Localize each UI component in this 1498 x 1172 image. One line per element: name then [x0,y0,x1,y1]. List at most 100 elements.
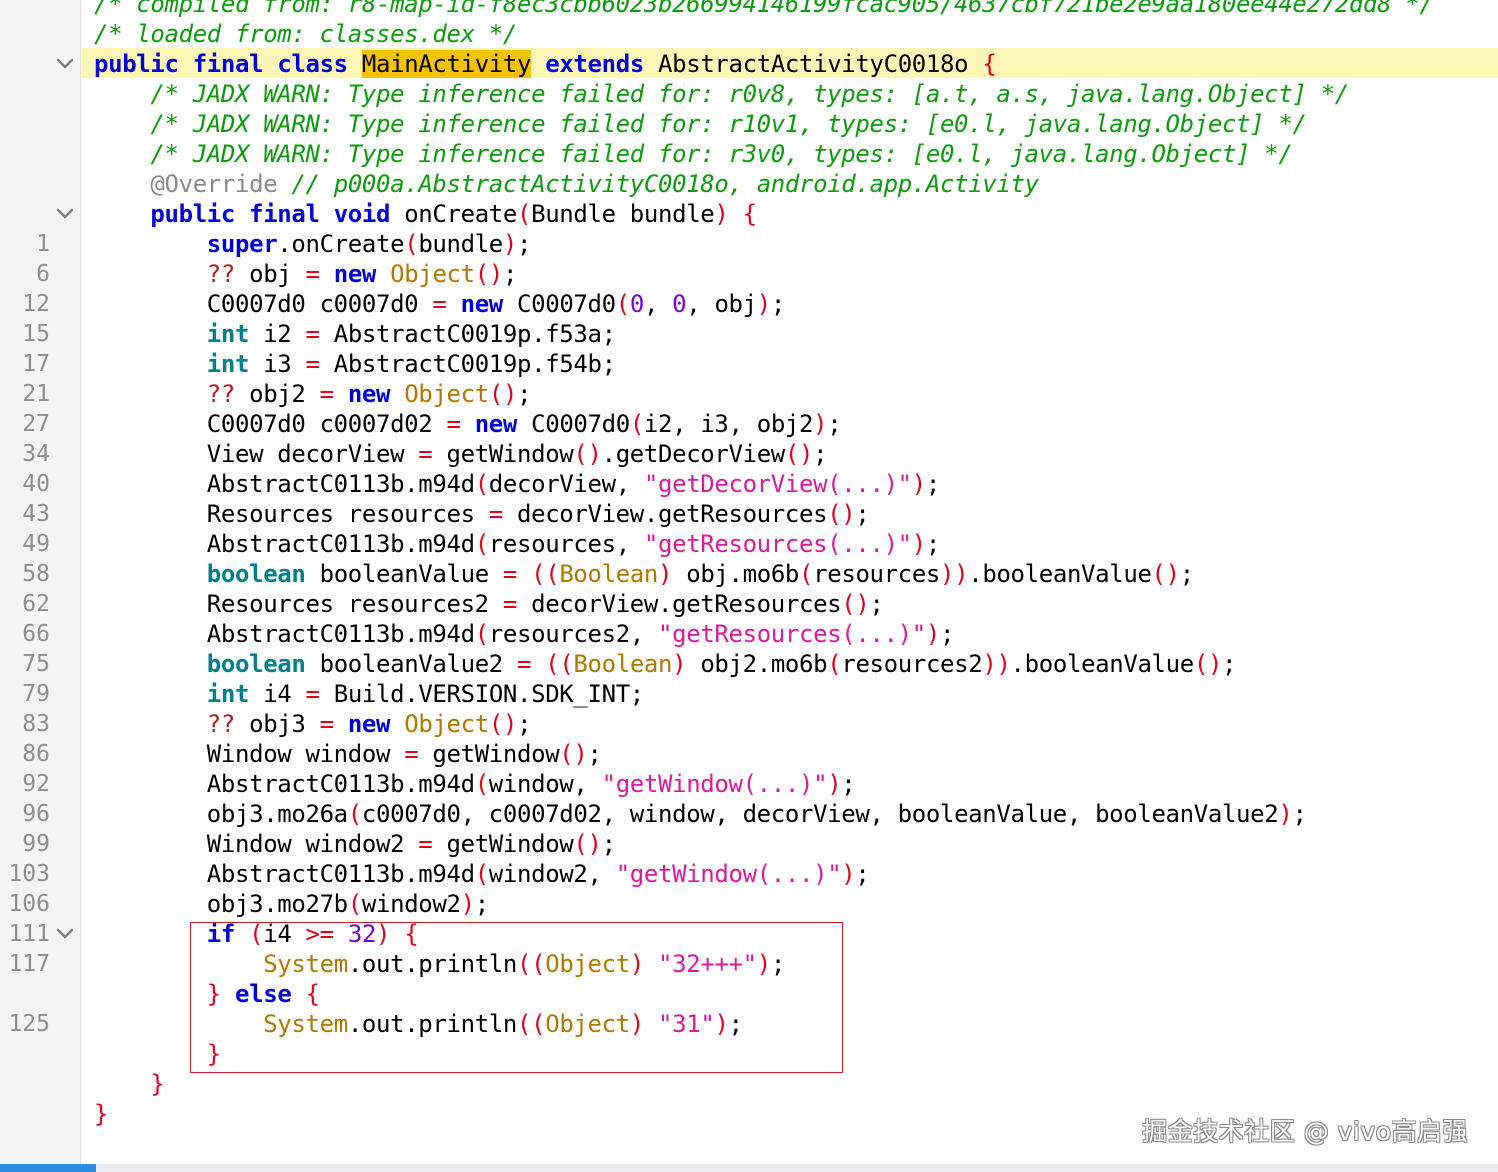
code-text[interactable]: super.onCreate(bundle); [94,229,532,259]
code-text[interactable]: Resources resources = decorView.getResou… [94,499,870,529]
code-token: /* JADX WARN: Type inference failed for:… [150,110,1307,138]
code-line[interactable]: 83 ?? obj3 = new Object(); [0,709,1498,739]
code-token: window2 [361,890,461,918]
fold-chevron-icon[interactable] [54,919,76,949]
code-line[interactable]: 49 AbstractC0113b.m94d(resources, "getRe… [0,529,1498,559]
code-token: ) [672,650,687,678]
code-line[interactable]: 99 Window window2 = getWindow(); [0,829,1498,859]
code-token: bundle [418,230,503,258]
code-line[interactable]: /* loaded from: classes.dex */ [0,19,1498,49]
code-line[interactable]: 40 AbstractC0113b.m94d(decorView, "getDe… [0,469,1498,499]
code-token: obj3.mo27b [94,890,348,918]
code-line[interactable]: /* compiled from: r8-map-id-f8ec3cbb6023… [0,0,1498,19]
code-line[interactable]: 17 int i3 = AbstractC0019p.f54b; [0,349,1498,379]
code-text[interactable]: /* JADX WARN: Type inference failed for:… [94,139,1292,169]
code-text[interactable]: obj3.mo26a(c0007d0, c0007d02, window, de… [94,799,1307,829]
code-text[interactable]: C0007d0 c0007d02 = new C0007d0(i2, i3, o… [94,409,842,439]
highlighted-identifier: MainActivity [361,50,532,78]
line-number: 75 [22,651,50,677]
code-text[interactable]: Window window2 = getWindow(); [94,829,616,859]
code-token: ( [474,620,489,648]
code-line[interactable]: 75 boolean booleanValue2 = ((Boolean) ob… [0,649,1498,679]
code-text[interactable]: } [94,1069,164,1099]
code-editor[interactable]: /* compiled from: r8-map-id-f8ec3cbb6023… [0,0,1498,1172]
code-line[interactable]: 21 ?? obj2 = new Object(); [0,379,1498,409]
code-line[interactable]: 27 C0007d0 c0007d02 = new C0007d0(i2, i3… [0,409,1498,439]
code-token: ) [1278,800,1293,828]
code-line[interactable]: 15 int i2 = AbstractC0019p.f53a; [0,319,1498,349]
code-line[interactable]: /* JADX WARN: Type inference failed for:… [0,109,1498,139]
code-line[interactable]: 6 ?? obj = new Object(); [0,259,1498,289]
code-text[interactable]: AbstractC0113b.m94d(resources2, "getReso… [94,619,955,649]
code-line[interactable]: public final class MainActivity extends … [0,49,1498,79]
active-tab-indicator[interactable] [0,1164,96,1172]
code-line[interactable]: /* JADX WARN: Type inference failed for:… [0,79,1498,109]
fold-chevron-icon[interactable] [54,49,76,79]
code-line[interactable]: 1 super.onCreate(bundle); [0,229,1498,259]
code-text[interactable]: /* JADX WARN: Type inference failed for:… [94,109,1307,139]
code-text[interactable]: ?? obj = new Object(); [94,259,518,289]
code-text[interactable]: /* JADX WARN: Type inference failed for:… [94,79,1349,109]
code-line[interactable]: 66 AbstractC0113b.m94d(resources2, "getR… [0,619,1498,649]
code-text[interactable]: Window window = getWindow(); [94,739,602,769]
code-token: onCreate [390,200,517,228]
code-token: () [559,740,588,768]
code-text[interactable]: AbstractC0113b.m94d(decorView, "getDecor… [94,469,941,499]
code-text[interactable]: AbstractC0113b.m94d(window, "getWindow(.… [94,769,856,799]
code-line[interactable]: 43 Resources resources = decorView.getRe… [0,499,1498,529]
code-text[interactable]: int i4 = Build.VERSION.SDK_INT; [94,679,644,709]
code-text[interactable]: boolean booleanValue = ((Boolean) obj.mo… [94,559,1194,589]
code-line[interactable]: 34 View decorView = getWindow().getDecor… [0,439,1498,469]
code-token: ; [813,440,828,468]
code-line[interactable]: /* JADX WARN: Type inference failed for:… [0,139,1498,169]
code-text[interactable]: boolean booleanValue2 = ((Boolean) obj2.… [94,649,1237,679]
code-token: ) [502,230,518,258]
code-line[interactable]: 58 boolean booleanValue = ((Boolean) obj… [0,559,1498,589]
code-token: ) [658,560,673,588]
code-line[interactable]: 12 C0007d0 c0007d0 = new C0007d0(0, 0, o… [0,289,1498,319]
code-line[interactable]: 103 AbstractC0113b.m94d(window2, "getWin… [0,859,1498,889]
code-line[interactable]: 79 int i4 = Build.VERSION.SDK_INT; [0,679,1498,709]
code-text[interactable]: /* loaded from: classes.dex */ [94,19,517,49]
code-text[interactable]: obj3.mo27b(window2); [94,889,489,919]
code-text[interactable]: View decorView = getWindow().getDecorVie… [94,439,828,469]
code-token: new [347,710,391,738]
code-text[interactable]: @Override // p000a.AbstractActivityC0018… [94,169,1039,199]
code-text[interactable]: } [94,1099,108,1129]
code-text[interactable]: AbstractC0113b.m94d(resources, "getResou… [94,529,941,559]
code-line[interactable]: 86 Window window = getWindow(); [0,739,1498,769]
code-token: () [573,830,602,858]
code-text[interactable]: int i2 = AbstractC0019p.f53a; [94,319,616,349]
code-text[interactable]: Resources resources2 = decorView.getReso… [94,589,884,619]
code-token: () [784,440,814,468]
code-line[interactable]: } [0,1069,1498,1099]
code-line[interactable]: 96 obj3.mo26a(c0007d0, c0007d02, window,… [0,799,1498,829]
code-text[interactable]: public final void onCreate(Bundle bundle… [94,199,757,229]
code-line[interactable]: public final void onCreate(Bundle bundle… [0,199,1498,229]
code-token: C0007d0 [502,290,616,318]
code-token: )) [982,650,1011,678]
code-token: AbstractC0113b.m94d [94,860,475,888]
code-text[interactable]: int i3 = AbstractC0019p.f54b; [94,349,616,379]
code-text[interactable]: C0007d0 c0007d0 = new C0007d0(0, 0, obj)… [94,289,786,319]
code-text[interactable]: public final class MainActivity extends … [94,49,997,79]
code-line[interactable]: @Override // p000a.AbstractActivityC0018… [0,169,1498,199]
code-token: = [446,410,461,438]
code-text[interactable]: AbstractC0113b.m94d(window2, "getWindow(… [94,859,870,889]
line-number: 12 [22,291,50,317]
code-text[interactable]: ?? obj2 = new Object(); [94,379,532,409]
code-text[interactable]: /* compiled from: r8-map-id-f8ec3cbb6023… [94,0,1434,19]
fold-chevron-icon[interactable] [54,199,76,229]
code-token: boolean [206,650,306,678]
code-line[interactable]: 62 Resources resources2 = decorView.getR… [0,589,1498,619]
line-number: 111 [8,921,50,947]
code-line[interactable]: 106 obj3.mo27b(window2); [0,889,1498,919]
bottom-scrollbar[interactable] [0,1164,1498,1172]
code-text[interactable]: ?? obj3 = new Object(); [94,709,532,739]
code-line[interactable]: 92 AbstractC0113b.m94d(window, "getWindo… [0,769,1498,799]
code-token: "getResources(...)" [643,530,912,558]
